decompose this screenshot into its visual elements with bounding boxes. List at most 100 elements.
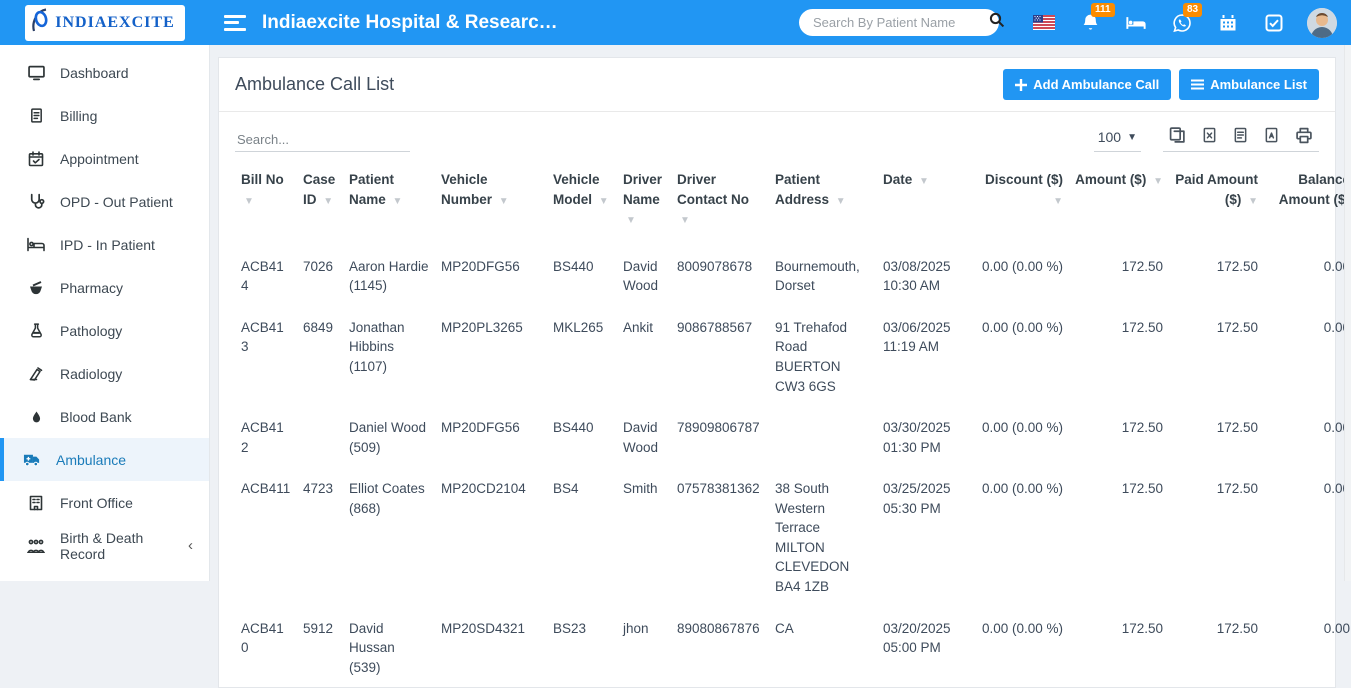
topbar-icons: 111 83 <box>1021 0 1297 45</box>
birth-death-icon <box>27 537 45 555</box>
notification-badge: 83 <box>1183 3 1202 17</box>
main-content: Ambulance Call List Add Ambulance Call A… <box>210 45 1344 581</box>
tasks-icon[interactable] <box>1251 0 1297 45</box>
sidebar-item-label: Front Office <box>60 495 133 511</box>
column-header-driver_contact_no[interactable]: Driver Contact No ▼ <box>671 162 769 245</box>
sidebar-item-front-office[interactable]: Front Office <box>0 481 209 524</box>
column-header-bill_no[interactable]: Bill No ▼ <box>235 162 297 245</box>
cell-date: 03/25/2025 05:30 PM <box>877 467 969 606</box>
sort-arrow-icon[interactable]: ▼ <box>393 196 403 207</box>
column-header-driver_name[interactable]: Driver Name ▼ <box>617 162 671 245</box>
column-label: Driver Name <box>623 172 662 207</box>
us-flag-icon[interactable] <box>1021 0 1067 45</box>
column-header-case_id[interactable]: Case ID ▼ <box>297 162 343 245</box>
add-ambulance-call-button[interactable]: Add Ambulance Call <box>1003 69 1171 100</box>
scrollbar[interactable] <box>1344 45 1351 581</box>
sidebar-item-radiology[interactable]: Radiology <box>0 352 209 395</box>
sidebar: Dashboard Billing Appointment OPD - Out Pat… <box>0 45 210 581</box>
sort-arrow-icon[interactable]: ▼ <box>499 196 509 207</box>
column-label: Patient Address <box>775 172 829 207</box>
cell-paid_amount: 172.50 <box>1169 607 1264 688</box>
cell-bill_no: ACB411 <box>235 467 297 606</box>
menu-toggle-icon[interactable] <box>224 15 246 31</box>
table-row: ACB4147026Aaron Hardie (1145)MP20DFG56BS… <box>235 245 1351 306</box>
search-icon[interactable] <box>989 12 1005 33</box>
cell-bill_no: ACB410 <box>235 607 297 688</box>
cell-date: 03/08/2025 10:30 AM <box>877 245 969 306</box>
sidebar-item-birth-death-record[interactable]: Birth & Death Record‹ <box>0 524 209 567</box>
column-header-vehicle_number[interactable]: Vehicle Number ▼ <box>435 162 547 245</box>
sidebar-item-label: Billing <box>60 108 97 124</box>
pathology-icon <box>27 322 45 340</box>
sort-arrow-icon[interactable]: ▼ <box>1053 196 1063 207</box>
column-header-discount[interactable]: Discount ($) ▼ <box>969 162 1069 245</box>
cell-case_id: 5912 <box>297 607 343 688</box>
excel-icon[interactable] <box>1202 126 1217 144</box>
column-header-paid_amount[interactable]: Paid Amount ($) ▼ <box>1169 162 1264 245</box>
sidebar-item-label: Appointment <box>60 151 139 167</box>
table-search-input[interactable] <box>235 128 410 152</box>
sort-arrow-icon[interactable]: ▼ <box>919 176 929 187</box>
sort-arrow-icon[interactable]: ▼ <box>1153 176 1163 187</box>
bed-icon[interactable] <box>1113 0 1159 45</box>
cell-patient_address: 91 Trehafod Road BUERTON CW3 6GS <box>769 306 877 406</box>
patient-search[interactable] <box>799 9 999 36</box>
cell-patient_name: Daniel Wood (509) <box>343 406 435 467</box>
patient-search-input[interactable] <box>813 15 989 30</box>
sort-arrow-icon[interactable]: ▼ <box>680 215 690 226</box>
column-header-patient_address[interactable]: Patient Address ▼ <box>769 162 877 245</box>
whatsapp-icon[interactable]: 83 <box>1159 0 1205 45</box>
cell-bill_no: ACB414 <box>235 245 297 306</box>
sidebar-item-billing[interactable]: Billing <box>0 94 209 137</box>
cell-patient_name: Jonathan Hibbins (1107) <box>343 306 435 406</box>
ambulance-list-button[interactable]: Ambulance List <box>1179 69 1319 100</box>
sidebar-item-appointment[interactable]: Appointment <box>0 137 209 180</box>
column-label: Vehicle Model <box>553 172 600 207</box>
page-size-select[interactable]: 100 ▼ <box>1094 127 1141 152</box>
billing-icon <box>27 107 45 125</box>
column-header-date[interactable]: Date ▼ <box>877 162 969 245</box>
bell-icon[interactable]: 111 <box>1067 0 1113 45</box>
column-header-vehicle_model[interactable]: Vehicle Model ▼ <box>547 162 617 245</box>
column-label: Discount ($) <box>985 172 1063 187</box>
ambulance-list-label: Ambulance List <box>1210 77 1307 92</box>
cell-paid_amount: 172.50 <box>1169 306 1264 406</box>
chevron-down-icon: ▼ <box>1127 132 1137 143</box>
sort-arrow-icon[interactable]: ▼ <box>626 215 636 226</box>
sort-arrow-icon[interactable]: ▼ <box>323 196 333 207</box>
table-toolbar: 100 ▼ <box>219 112 1335 156</box>
cell-driver_contact_no: 8009078678 <box>671 245 769 306</box>
cell-balance_amount: 0.00 <box>1264 245 1351 306</box>
calendar-icon[interactable] <box>1205 0 1251 45</box>
cell-patient_name: David Hussan (539) <box>343 607 435 688</box>
sort-arrow-icon[interactable]: ▼ <box>1248 196 1258 207</box>
front-office-icon <box>27 494 45 512</box>
pdf-icon[interactable] <box>1264 126 1279 144</box>
column-header-amount[interactable]: Amount ($) ▼ <box>1069 162 1169 245</box>
cell-paid_amount: 172.50 <box>1169 467 1264 606</box>
logo-zone: INDIAEXCITE <box>0 0 210 45</box>
cell-patient_address <box>769 406 877 467</box>
topbar-right: 111 83 <box>799 0 1351 45</box>
sort-arrow-icon[interactable]: ▼ <box>599 196 609 207</box>
sort-arrow-icon[interactable]: ▼ <box>244 196 254 207</box>
sidebar-item-dashboard[interactable]: Dashboard <box>0 51 209 94</box>
cell-driver_contact_no: 89080867876 <box>671 607 769 688</box>
sidebar-item-blood-bank[interactable]: Blood Bank <box>0 395 209 438</box>
sidebar-item-pharmacy[interactable]: Pharmacy <box>0 266 209 309</box>
cell-balance_amount: 0.00 <box>1264 306 1351 406</box>
sidebar-item-opd-out-patient[interactable]: OPD - Out Patient <box>0 180 209 223</box>
cell-discount: 0.00 (0.00 %) <box>969 467 1069 606</box>
sidebar-item-ipd-in-patient[interactable]: IPD - In Patient <box>0 223 209 266</box>
column-header-balance_amount[interactable]: Balance Amount ($) <box>1264 162 1351 245</box>
user-avatar[interactable] <box>1307 8 1337 38</box>
sort-arrow-icon[interactable]: ▼ <box>836 196 846 207</box>
logo[interactable]: INDIAEXCITE <box>25 5 184 41</box>
sidebar-item-ambulance[interactable]: Ambulance <box>0 438 209 481</box>
sidebar-item-pathology[interactable]: Pathology <box>0 309 209 352</box>
print-icon[interactable] <box>1295 126 1313 144</box>
column-header-patient_name[interactable]: Patient Name ▼ <box>343 162 435 245</box>
copy-icon[interactable] <box>1169 126 1186 144</box>
csv-icon[interactable] <box>1233 126 1248 144</box>
plus-icon <box>1015 79 1027 91</box>
